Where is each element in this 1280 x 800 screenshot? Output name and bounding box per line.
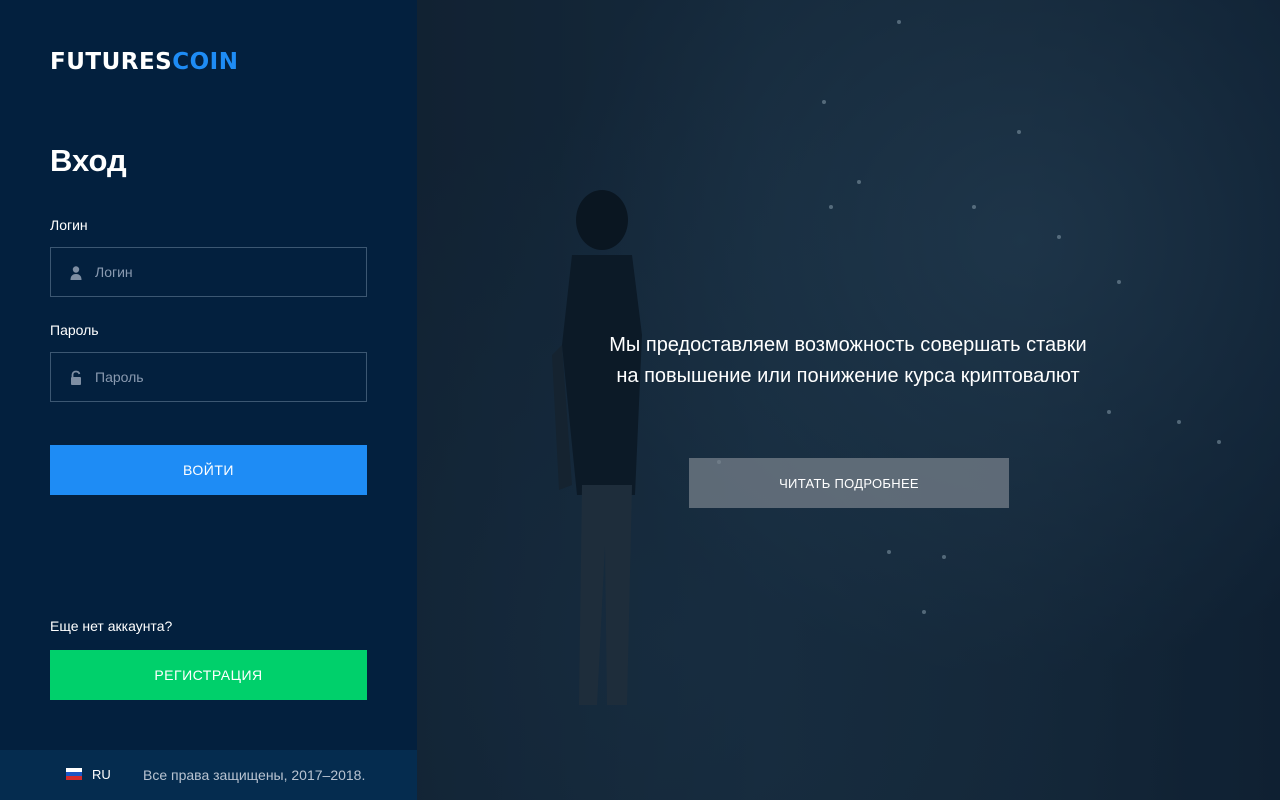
read-more-button[interactable]: ЧИТАТЬ ПОДРОБНЕЕ <box>689 458 1009 508</box>
user-icon <box>70 266 82 280</box>
password-label: Пароль <box>50 322 99 338</box>
login-panel: FUTURESCOIN Вход Логин Пароль ВОЙТИ Еще … <box>0 0 417 800</box>
logo-text-coin: COIN <box>172 49 239 75</box>
login-field[interactable] <box>50 247 367 297</box>
hero-tagline: Мы предоставляем возможность совершать с… <box>609 334 1087 387</box>
password-field[interactable] <box>50 352 367 402</box>
password-input[interactable] <box>95 353 355 401</box>
login-label: Логин <box>50 217 88 233</box>
hero-section: Мы предоставляем возможность совершать с… <box>417 0 1280 800</box>
hero-overlay <box>417 0 1280 800</box>
copyright-text: Все права защищены, 2017–2018. <box>143 767 366 783</box>
logo-text-futures: FUTURES <box>50 49 173 75</box>
page-title: Вход <box>50 143 127 178</box>
russia-flag-icon[interactable] <box>66 768 82 780</box>
login-input[interactable] <box>95 248 355 296</box>
no-account-text: Еще нет аккаунта? <box>50 618 173 634</box>
register-button[interactable]: РЕГИСТРАЦИЯ <box>50 650 367 700</box>
language-selector[interactable]: RU <box>92 767 111 783</box>
futurescoin-logo[interactable]: FUTURESCOIN <box>50 48 239 76</box>
login-button[interactable]: ВОЙТИ <box>50 445 367 495</box>
lock-icon <box>71 370 81 385</box>
